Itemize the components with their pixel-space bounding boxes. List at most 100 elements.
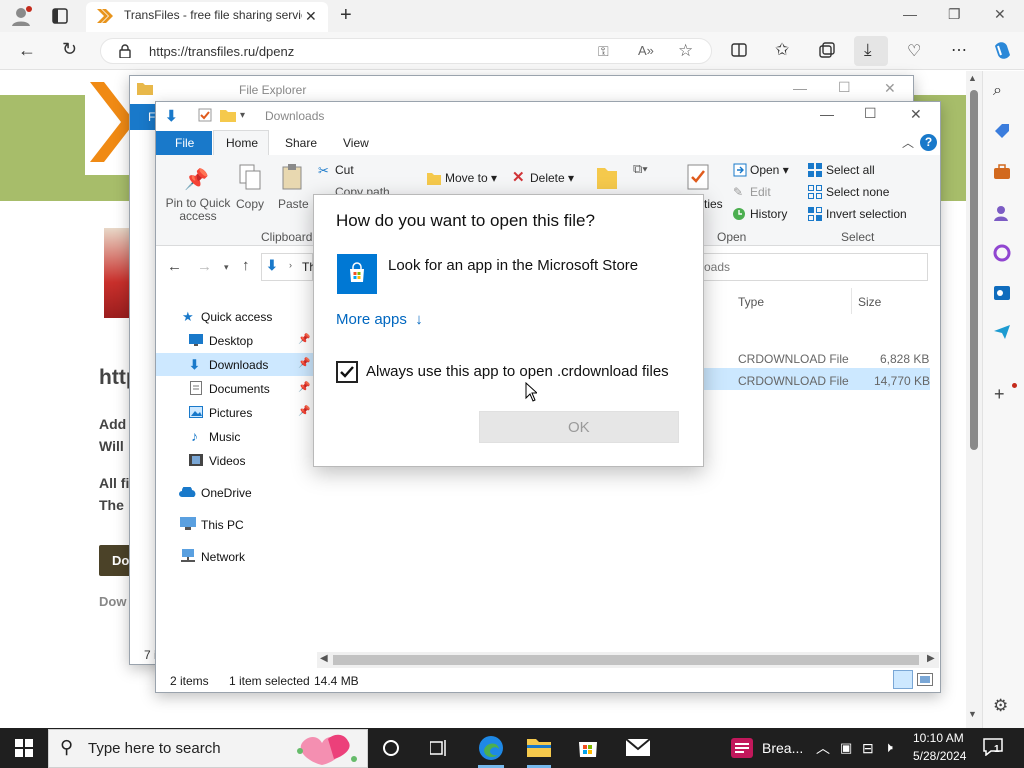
network-tray-icon[interactable]: ⊟ [862,740,874,757]
lock-icon[interactable] [119,44,131,58]
add-sidebar-icon[interactable]: + [994,384,1005,405]
scroll-up-icon[interactable]: ▲ [968,73,977,83]
copy-path-button[interactable]: Copy path [335,185,390,194]
always-use-checkbox[interactable] [336,361,358,383]
split-screen-icon[interactable] [731,43,747,57]
task-view-icon[interactable] [430,740,448,756]
copilot-icon[interactable] [991,40,1013,62]
restore-icon[interactable]: ❐ [948,6,961,23]
details-view-icon[interactable] [893,670,913,689]
collections-icon[interactable] [819,42,835,58]
edit-button[interactable]: Edit [750,185,771,199]
outlook-icon[interactable] [993,284,1011,302]
scroll-down-icon[interactable]: ▼ [968,709,977,719]
invert-selection-icon[interactable] [808,207,822,221]
select-none-button[interactable]: Select none [826,185,889,199]
recent-dropdown-icon[interactable]: ▾ [224,262,229,273]
explorer-minimize-icon[interactable]: — [820,106,834,122]
tray-chevron-icon[interactable]: ︿ [816,738,830,758]
nav-music[interactable]: Music [209,430,240,444]
pin-quick-access-button[interactable]: Pin to Quick access [162,197,234,223]
page-link[interactable]: Dow [99,594,126,609]
delete-button[interactable]: Delete ▾ [530,171,574,185]
properties-icon[interactable] [686,163,710,191]
explorer-close-icon[interactable]: ✕ [910,106,922,123]
column-header-size[interactable]: Size [858,295,881,309]
select-all-button[interactable]: Select all [826,163,875,177]
nav-quick-access[interactable]: Quick access [201,310,272,324]
profile-icon[interactable] [10,5,32,27]
settings-gear-icon[interactable]: ⚙ [993,696,1008,716]
back-minimize-icon[interactable]: — [793,80,807,96]
copy-icon[interactable] [238,163,262,191]
task-view-circle-icon[interactable] [383,740,399,756]
back-close-icon[interactable]: ✕ [884,80,896,97]
search-icon[interactable]: ⌕ [993,82,1002,100]
nav-videos[interactable]: Videos [209,454,245,468]
download-icon[interactable]: ⤓ [864,40,872,60]
back-icon[interactable]: ← [18,40,36,61]
nav-onedrive[interactable]: OneDrive [201,486,252,500]
nav-pictures[interactable]: Pictures [209,406,252,420]
nav-this-pc[interactable]: This PC [201,518,244,532]
page-scroll-thumb[interactable] [970,90,978,450]
move-to-icon[interactable] [427,171,441,185]
help-icon[interactable]: ? [920,134,937,151]
close-window-icon[interactable]: ✕ [994,6,1006,23]
mail-taskbar-icon[interactable] [626,739,650,756]
performance-icon[interactable]: ♡ [907,41,921,61]
horizontal-scroll-thumb[interactable] [333,655,919,665]
nav-network[interactable]: Network [201,550,245,564]
games-icon[interactable] [993,204,1011,222]
new-folder-qa-icon[interactable] [220,108,236,122]
nav-up-icon[interactable]: ↑ [242,257,250,274]
nav-back-icon[interactable]: ← [167,258,182,275]
volume-icon[interactable]: 🕨 [884,739,893,756]
notification-center-icon[interactable] [983,738,1003,756]
office-icon[interactable] [993,244,1011,262]
read-aloud-icon[interactable]: A» [638,43,654,58]
history-icon[interactable] [732,207,746,221]
qa-dropdown-icon[interactable]: ▾ [240,110,245,121]
refresh-icon[interactable]: ↻ [62,39,77,60]
tab-view[interactable]: View [343,136,369,150]
tab-close-icon[interactable]: ✕ [305,8,317,25]
start-windows-icon[interactable] [15,739,33,757]
large-icons-view-icon[interactable] [917,673,933,686]
paste-icon[interactable] [281,163,303,191]
tray-device-icon[interactable]: ▣ [840,740,852,756]
edge-taskbar-icon[interactable] [478,735,504,761]
collapse-ribbon-icon[interactable]: ︿ [902,134,914,151]
news-app-label[interactable]: Brea... [762,740,803,756]
tab-actions-icon[interactable] [52,8,68,24]
pin-icon[interactable]: 📌 [184,167,209,192]
select-none-icon[interactable] [808,185,822,199]
favorite-star-icon[interactable]: ☆ [678,41,693,61]
news-app-icon[interactable] [731,738,753,758]
invert-selection-button[interactable]: Invert selection [826,207,907,221]
cut-button[interactable]: Cut [335,163,354,177]
more-apps-link[interactable]: More apps ↓ [336,311,423,328]
tools-icon[interactable] [993,164,1011,180]
file-explorer-taskbar-icon[interactable] [527,737,551,757]
scroll-right-icon[interactable]: ▶ [927,653,935,664]
shopping-icon[interactable] [993,123,1011,139]
open-button[interactable]: Open ▾ [750,163,789,177]
always-use-label[interactable]: Always use this app to open .crdownload … [366,363,669,380]
properties-qa-icon[interactable] [198,108,212,122]
nav-documents[interactable]: Documents [209,382,270,396]
back-maximize-icon[interactable]: ☐ [838,79,851,96]
open-icon[interactable] [733,163,747,177]
tab-share[interactable]: Share [285,136,317,150]
select-all-icon[interactable] [808,163,822,177]
copy-button[interactable]: Copy [236,197,264,211]
clock-date[interactable]: 5/28/2024 [913,749,966,763]
delete-icon[interactable]: ✕ [512,168,525,186]
cut-icon[interactable]: ✂ [318,163,329,179]
nav-desktop[interactable]: Desktop [209,334,253,348]
send-icon[interactable] [993,324,1011,340]
explorer-maximize-icon[interactable]: ☐ [864,105,877,122]
nav-forward-icon[interactable]: → [197,258,212,275]
move-to-button[interactable]: Move to ▾ [445,171,497,185]
paste-button[interactable]: Paste [278,197,309,211]
